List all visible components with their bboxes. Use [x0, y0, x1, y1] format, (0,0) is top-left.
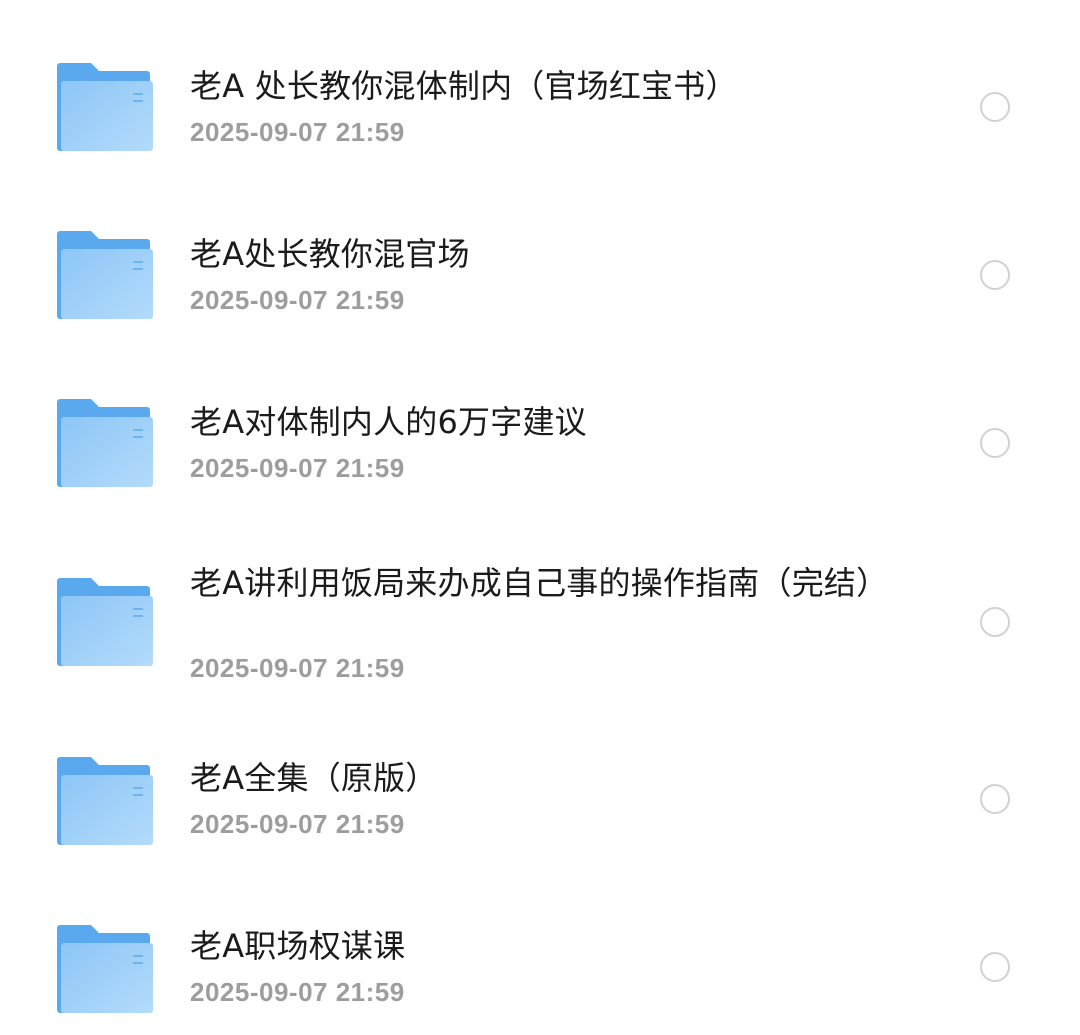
file-name: 老A处长教你混官场 — [190, 235, 470, 273]
folder-icon — [57, 399, 153, 487]
file-row[interactable]: 老A讲利用饭局来办成自己事的操作指南（完结） 2025-09-07 21:59 — [0, 504, 1080, 714]
folder-icon — [57, 63, 153, 151]
file-list: 老A 处长教你混体制内（官场红宝书） 2025-09-07 21:59 老A处长… — [0, 0, 1080, 1035]
file-name: 老A全集（原版） — [190, 759, 438, 797]
file-date: 2025-09-07 21:59 — [190, 453, 405, 483]
select-radio[interactable] — [980, 92, 1010, 122]
select-radio[interactable] — [980, 952, 1010, 982]
file-name: 老A 处长教你混体制内（官场红宝书） — [190, 67, 738, 105]
file-row[interactable]: 老A对体制内人的6万字建议 2025-09-07 21:59 — [0, 336, 1080, 504]
folder-icon — [57, 578, 153, 666]
file-date: 2025-09-07 21:59 — [190, 977, 405, 1007]
file-row[interactable]: 老A全集（原版） 2025-09-07 21:59 — [0, 692, 1080, 860]
folder-icon — [57, 231, 153, 319]
file-row[interactable]: 老A职场权谋课 2025-09-07 21:59 — [0, 860, 1080, 1035]
file-date: 2025-09-07 21:59 — [190, 285, 405, 315]
select-radio[interactable] — [980, 784, 1010, 814]
file-name: 老A职场权谋课 — [190, 927, 406, 965]
file-date: 2025-09-07 21:59 — [190, 117, 405, 147]
file-row[interactable]: 老A 处长教你混体制内（官场红宝书） 2025-09-07 21:59 — [0, 0, 1080, 168]
file-date: 2025-09-07 21:59 — [190, 809, 405, 839]
file-date: 2025-09-07 21:59 — [190, 653, 405, 683]
folder-icon — [57, 925, 153, 1013]
file-name: 老A讲利用饭局来办成自己事的操作指南（完结） — [190, 564, 889, 602]
select-radio[interactable] — [980, 607, 1010, 637]
file-row[interactable]: 老A处长教你混官场 2025-09-07 21:59 — [0, 168, 1080, 336]
file-name: 老A对体制内人的6万字建议 — [190, 403, 587, 441]
folder-icon — [57, 757, 153, 845]
select-radio[interactable] — [980, 428, 1010, 458]
select-radio[interactable] — [980, 260, 1010, 290]
